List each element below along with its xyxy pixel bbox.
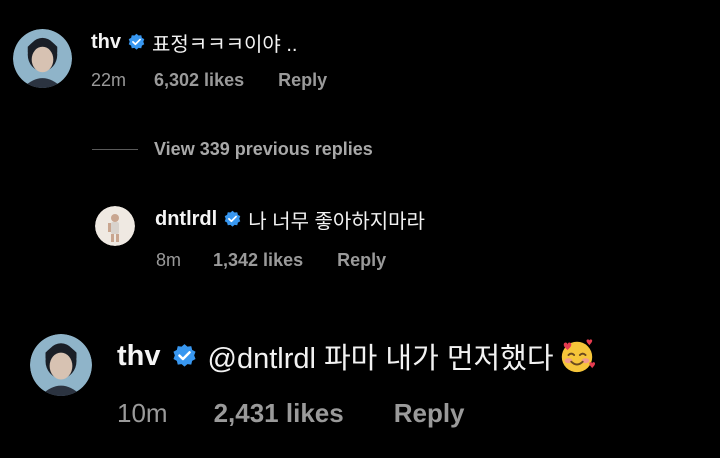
comment-text: @dntlrdl 파마 내가 먼저했다 (207, 343, 554, 375)
verified-badge-icon (223, 210, 242, 229)
verified-badge-icon (127, 33, 146, 52)
comment-time: 22m (91, 70, 127, 90)
comment-username[interactable]: thv (91, 31, 121, 54)
comment-likes[interactable]: 2,431 likes (214, 398, 344, 429)
view-previous-replies-button[interactable]: View 339 previous replies (92, 139, 373, 160)
comment-time: 10m (117, 398, 168, 428)
comment-text: 표정ㅋㅋㅋ이야 .. (152, 33, 298, 56)
smiling-face-with-hearts-icon (558, 337, 596, 375)
view-replies-label: View 339 previous replies (154, 139, 373, 159)
reply-button[interactable]: Reply (394, 398, 465, 429)
comment-likes[interactable]: 1,342 likes (213, 250, 303, 271)
comment-time: 8m (156, 250, 182, 270)
verified-badge-icon (171, 343, 198, 370)
comment-likes[interactable]: 6,302 likes (154, 70, 244, 91)
replies-divider-line (92, 149, 138, 150)
avatar-thv[interactable] (30, 334, 92, 396)
avatar-dntlrdl[interactable] (95, 206, 135, 246)
comment-username[interactable]: thv (117, 340, 161, 373)
reply-button[interactable]: Reply (278, 70, 327, 91)
avatar-thv[interactable] (13, 29, 72, 88)
comment-text: 나 너무 좋아하지마라 (248, 210, 425, 233)
comment-username[interactable]: dntlrdl (155, 208, 217, 231)
reply-button[interactable]: Reply (337, 250, 386, 271)
